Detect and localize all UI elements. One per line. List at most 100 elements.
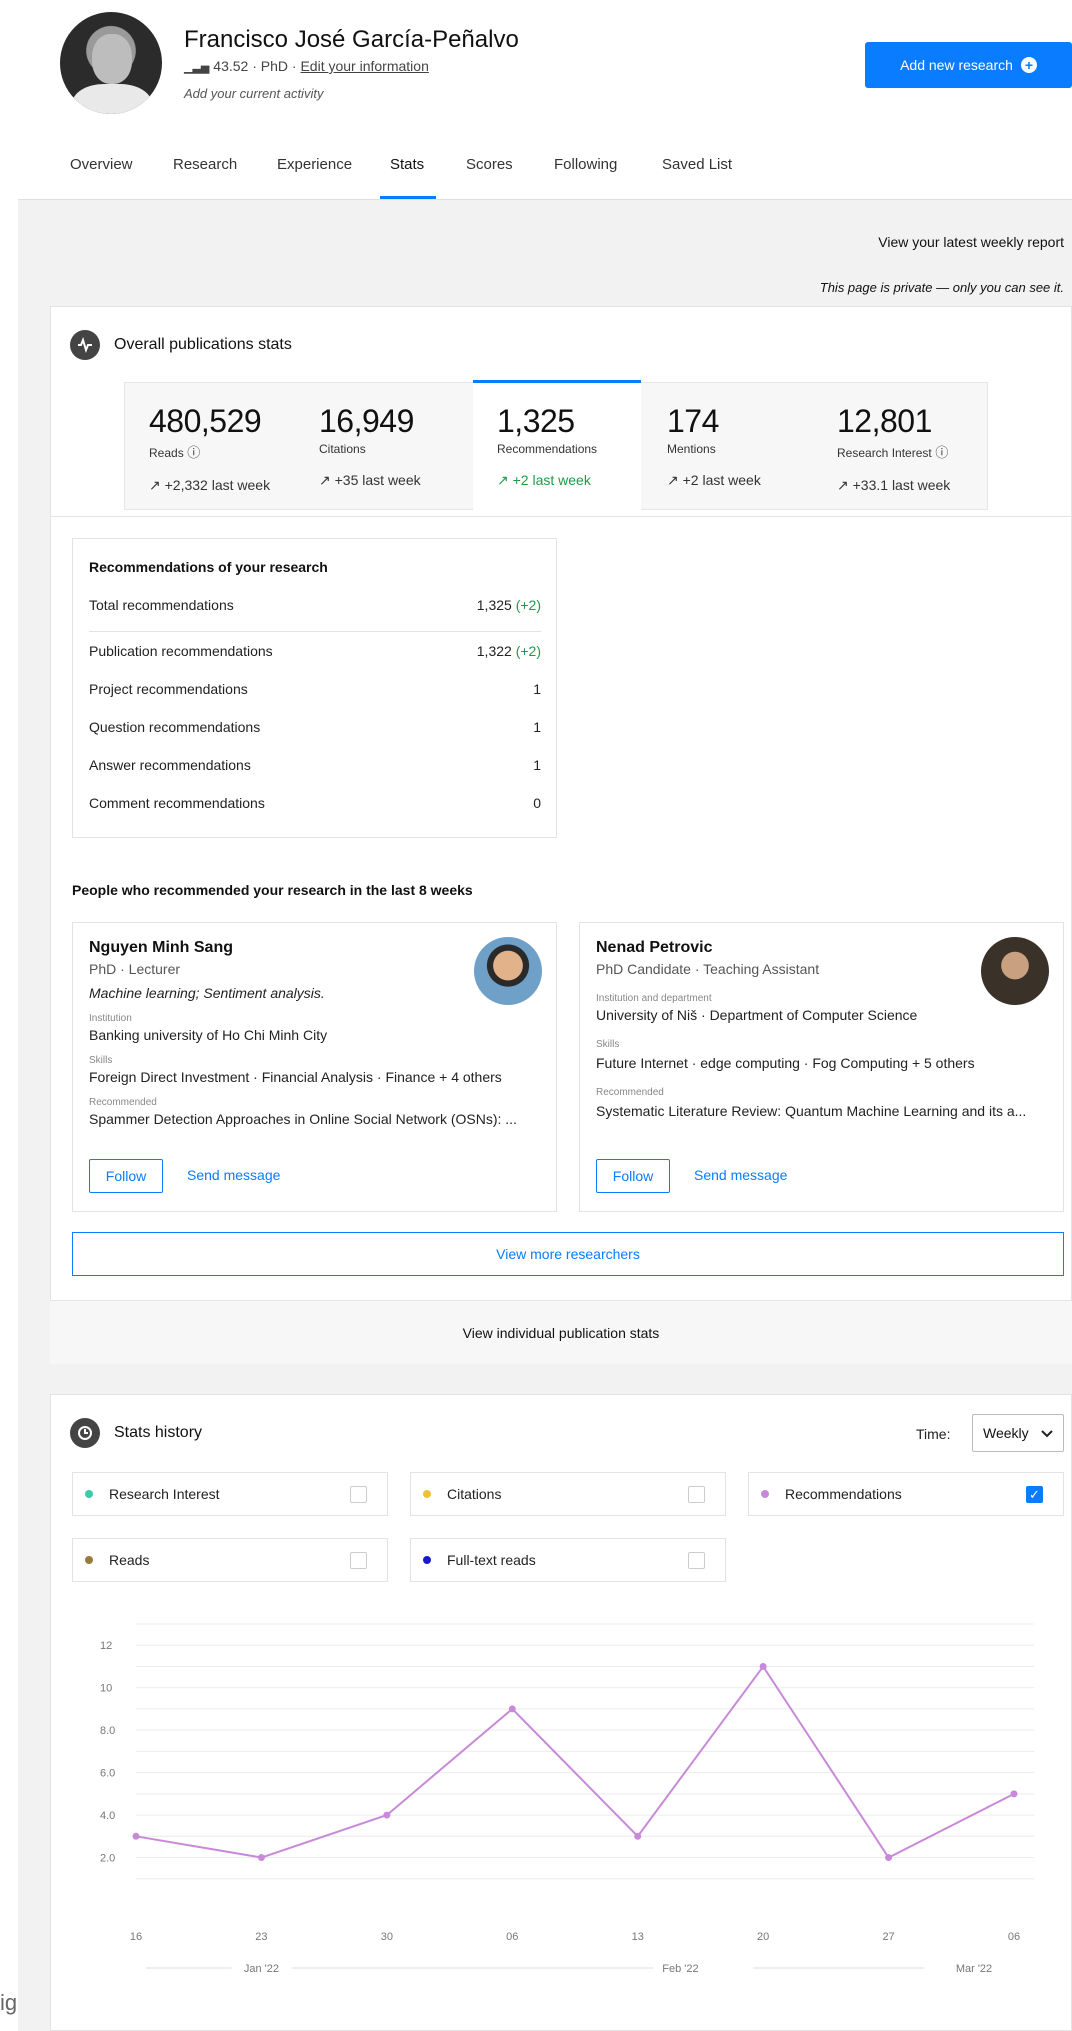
send-message-link[interactable]: Send message [187,1167,280,1183]
add-activity-link[interactable]: Add your current activity [184,86,323,101]
legend-label: Reads [109,1552,150,1568]
legend-checkbox[interactable] [350,1552,367,1569]
researcher-interests: Machine learning; Sentiment analysis. [89,985,325,1001]
stat-value: 1,325 [497,403,575,439]
x-tick-label: 06 [1008,1931,1020,1943]
tab-stats[interactable]: Stats [390,156,424,173]
tab-overview[interactable]: Overview [70,156,133,173]
data-point[interactable] [634,1832,642,1840]
data-point[interactable] [508,1705,516,1713]
data-point[interactable] [1010,1790,1018,1798]
trend-up-icon: ↗ [667,472,683,488]
legend-checkbox[interactable] [350,1486,367,1503]
legend-dot-icon [423,1490,431,1498]
legend-checkbox[interactable] [688,1486,705,1503]
recommended-label: Recommended [596,1087,664,1098]
trend-up-icon: ↗ [149,477,165,493]
data-point[interactable] [132,1832,140,1840]
researcher-name[interactable]: Nenad Petrovic [596,939,712,957]
activity-icon [70,330,100,360]
stat-tile-research-interest[interactable]: 12,801 Research Interest ⓘ ↗ +33.1 last we… [813,383,983,511]
y-tick-label: 12 [100,1640,112,1652]
stat-tile-mentions[interactable]: 174 Mentions ↗ +2 last week [643,383,813,511]
researcher-institution[interactable]: Banking university of Ho Chi Minh City [89,1027,537,1043]
stat-label-text: Citations [319,442,366,456]
info-icon[interactable]: ⓘ [184,445,200,460]
recommendation-row: Comment recommendations 0 [89,795,541,811]
stat-label: Mentions [667,442,813,456]
legend-dot-icon [85,1556,93,1564]
time-select[interactable]: Weekly [972,1414,1064,1452]
data-point[interactable] [885,1854,893,1862]
y-tick-label: 8.0 [100,1725,115,1737]
stat-delta: ↗ +35 last week [319,472,465,489]
stat-tile-recommendations[interactable]: 1,325 Recommendations ↗ +2 last week [473,380,641,511]
stat-value: 12,801 [837,403,932,439]
table-divider [89,631,541,632]
follow-button[interactable]: Follow [89,1159,163,1193]
trend-up-icon: ↗ [497,472,513,488]
weekly-report-link[interactable]: View your latest weekly report [878,234,1064,250]
people-title: People who recommended your research in … [72,882,473,898]
x-tick-label: 06 [506,1931,518,1943]
stat-delta: ↗ +2,332 last week [149,477,295,494]
row-value: 1,325 [476,597,512,613]
researcher-institution[interactable]: University of Niš · Department of Comput… [596,1007,1044,1023]
researcher-avatar[interactable] [981,937,1049,1005]
legend-checkbox[interactable]: ✓ [1026,1486,1043,1503]
stat-tile-reads[interactable]: 480,529 Reads ⓘ ↗ +2,332 last week [125,383,295,511]
skills-label: Skills [596,1039,620,1050]
row-delta: (+2) [515,643,541,659]
series-line-recommendations [135,1664,1015,1859]
view-more-researchers-button[interactable]: View more researchers [72,1232,1064,1276]
stat-delta-text: +2 last week [682,472,761,488]
tab-experience[interactable]: Experience [277,156,352,173]
legend-item-citations[interactable]: Citations [410,1472,726,1516]
follow-button[interactable]: Follow [596,1159,670,1193]
tab-scores[interactable]: Scores [466,156,513,173]
profile-avatar[interactable] [60,12,162,114]
recommendation-row: Question recommendations 1 [89,719,541,735]
add-research-button[interactable]: Add new research + [865,42,1072,88]
legend-item-full-text-reads[interactable]: Full-text reads [410,1538,726,1582]
legend-checkbox[interactable] [688,1552,705,1569]
data-point[interactable] [759,1662,767,1670]
legend-label: Full-text reads [447,1552,536,1568]
stat-tile-citations[interactable]: 16,949 Citations ↗ +35 last week [295,383,465,511]
researcher-card: Nguyen Minh Sang PhD · Lecturer Machine … [72,922,557,1212]
info-icon[interactable]: ⓘ [932,445,948,460]
send-message-link[interactable]: Send message [694,1167,787,1183]
recommendation-row: Project recommendations 1 [89,681,541,697]
legend-item-reads[interactable]: Reads [72,1538,388,1582]
legend-label: Research Interest [109,1486,220,1502]
tab-following[interactable]: Following [554,156,617,173]
chevron-down-icon [1041,1425,1053,1441]
y-tick-label: 2.0 [100,1853,115,1865]
add-research-label: Add new research [900,57,1013,73]
section-divider [50,516,1072,517]
stat-delta-text: +2 last week [512,472,591,488]
y-tick-label: 6.0 [100,1768,115,1780]
legend-label: Recommendations [785,1486,902,1502]
legend-item-research-interest[interactable]: Research Interest [72,1472,388,1516]
x-tick-label: 13 [632,1931,644,1943]
researcher-name[interactable]: Nguyen Minh Sang [89,939,233,957]
legend-item-recommendations[interactable]: Recommendations ✓ [748,1472,1064,1516]
tab-research[interactable]: Research [173,156,237,173]
stat-delta: ↗ +33.1 last week [837,477,983,494]
stat-label-text: Recommendations [497,442,598,456]
tab-saved-list[interactable]: Saved List [662,156,732,173]
data-point[interactable] [257,1854,265,1862]
recommended-publication[interactable]: Spammer Detection Approaches in Online S… [89,1111,537,1127]
recommended-publication[interactable]: Systematic Literature Review: Quantum Ma… [596,1103,1044,1119]
edit-info-link[interactable]: Edit your information [300,58,428,74]
researcher-role: PhD · Lecturer [89,961,181,977]
month-label: Feb '22 [662,1963,698,1975]
x-tick-label: 16 [130,1931,142,1943]
researcher-avatar[interactable] [474,937,542,1005]
researcher-card: Nenad Petrovic PhD Candidate · Teaching … [579,922,1064,1212]
view-individual-stats-button[interactable]: View individual publication stats [50,1300,1072,1364]
month-label: Jan '22 [244,1963,279,1975]
data-point[interactable] [383,1811,391,1819]
row-label: Comment recommendations [89,795,265,811]
